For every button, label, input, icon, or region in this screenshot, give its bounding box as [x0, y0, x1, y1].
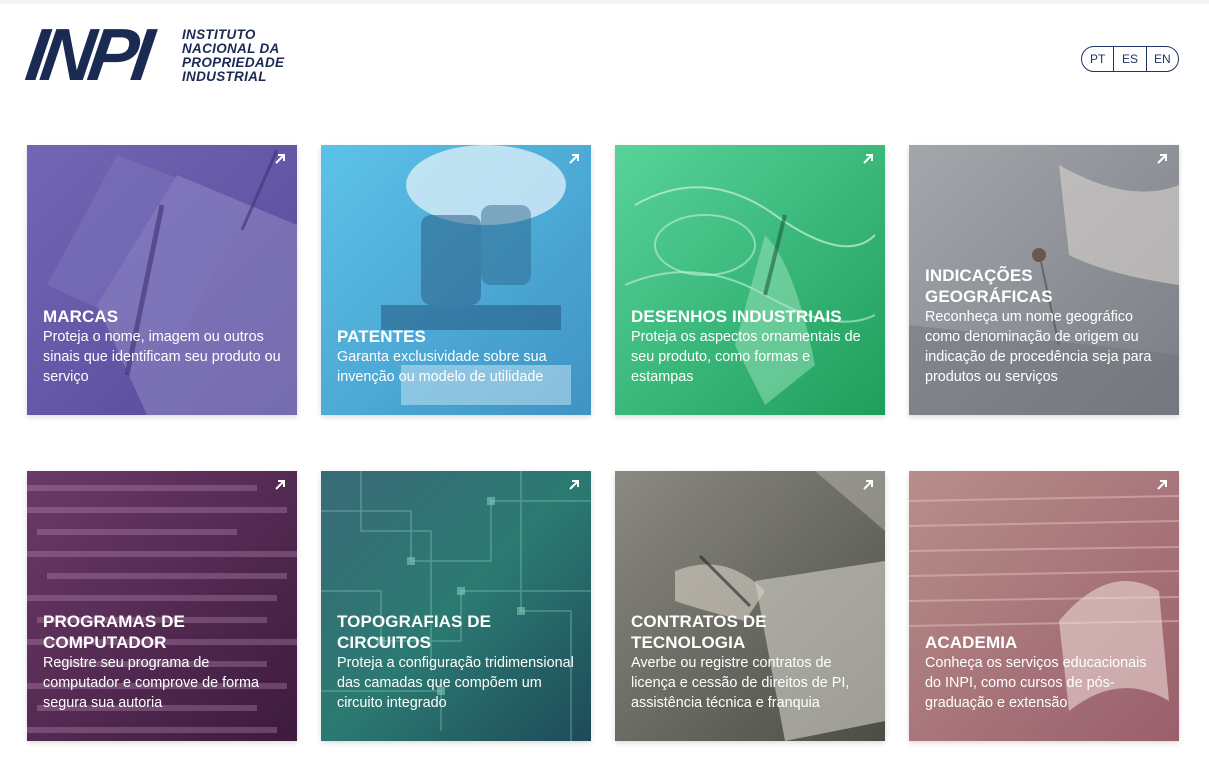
card-indicacoes-geograficas[interactable]: INDICAÇÕES GEOGRÁFICAS Reconheça um nome…	[909, 145, 1179, 415]
card-content: DESENHOS INDUSTRIAIS Proteja os aspectos…	[631, 306, 871, 387]
card-description: Averbe ou registre contratos de licença …	[631, 655, 850, 711]
card-content: TOPOGRAFIAS DE CIRCUITOS Proteja a confi…	[337, 611, 577, 713]
logo-line-2: NACIONAL DA	[182, 41, 280, 56]
logo-line-4: INDUSTRIAL	[182, 69, 267, 84]
inpi-logo[interactable]: INPI INSTITUTO NACIONAL DA PROPRIEDADE I…	[21, 13, 307, 96]
card-description: Conheça os serviços educacionais do INPI…	[925, 655, 1147, 711]
card-content: INDICAÇÕES GEOGRÁFICAS Reconheça um nome…	[925, 265, 1165, 387]
external-arrow-icon	[863, 154, 873, 164]
card-marcas[interactable]: MARCAS Proteja o nome, imagem ou outros …	[27, 145, 297, 415]
external-arrow-icon	[569, 480, 579, 490]
external-arrow-icon	[1157, 154, 1167, 164]
card-description: Garanta exclusividade sobre sua invenção…	[337, 349, 547, 385]
card-content: MARCAS Proteja o nome, imagem ou outros …	[43, 306, 283, 387]
card-title: MARCAS	[43, 307, 119, 326]
card-description: Proteja a configuração tridimensional da…	[337, 655, 574, 711]
card-academia[interactable]: ACADEMIA Conheça os serviços educacionai…	[909, 471, 1179, 741]
card-description: Proteja os aspectos ornamentais de seu p…	[631, 329, 861, 385]
card-contratos-de-tecnologia[interactable]: CONTRATOS DE TECNOLOGIA Averbe ou regist…	[615, 471, 885, 741]
external-arrow-icon	[1157, 480, 1167, 490]
logo-line-1: INSTITUTO	[182, 27, 256, 42]
language-switcher: PT ES EN	[1081, 46, 1179, 72]
card-title: ACADEMIA	[925, 633, 1018, 652]
card-description: Registre seu programa de computador e co…	[43, 655, 259, 711]
logo-mark: INPI	[21, 13, 153, 96]
card-topografias-de-circuitos[interactable]: TOPOGRAFIAS DE CIRCUITOS Proteja a confi…	[321, 471, 591, 741]
card-title: INDICAÇÕES GEOGRÁFICAS	[925, 266, 1053, 306]
card-description: Proteja o nome, imagem ou outros sinais …	[43, 329, 281, 385]
external-arrow-icon	[275, 154, 285, 164]
logo-text: INSTITUTO NACIONAL DA PROPRIEDADE INDUST…	[182, 28, 312, 84]
card-title: CONTRATOS DE TECNOLOGIA	[631, 612, 767, 652]
card-content: CONTRATOS DE TECNOLOGIA Averbe ou regist…	[631, 611, 871, 713]
card-desenhos-industriais[interactable]: DESENHOS INDUSTRIAIS Proteja os aspectos…	[615, 145, 885, 415]
logo-line-3: PROPRIEDADE	[182, 55, 285, 70]
language-es-button[interactable]: ES	[1113, 47, 1145, 71]
card-content: ACADEMIA Conheça os serviços educacionai…	[925, 632, 1165, 713]
card-description: Reconheça um nome geográfico como denomi…	[925, 309, 1152, 385]
external-arrow-icon	[275, 480, 285, 490]
top-border	[0, 0, 1209, 4]
card-patentes[interactable]: PATENTES Garanta exclusividade sobre sua…	[321, 145, 591, 415]
card-title: PROGRAMAS DE COMPUTADOR	[43, 612, 185, 652]
card-title: PATENTES	[337, 327, 426, 346]
external-arrow-icon	[863, 480, 873, 490]
card-programas-de-computador[interactable]: PROGRAMAS DE COMPUTADOR Registre seu pro…	[27, 471, 297, 741]
card-content: PATENTES Garanta exclusividade sobre sua…	[337, 326, 577, 387]
language-pt-button[interactable]: PT	[1082, 47, 1113, 71]
card-title: DESENHOS INDUSTRIAIS	[631, 307, 842, 326]
card-content: PROGRAMAS DE COMPUTADOR Registre seu pro…	[43, 611, 283, 713]
language-en-button[interactable]: EN	[1145, 47, 1178, 71]
external-arrow-icon	[569, 154, 579, 164]
card-title: TOPOGRAFIAS DE CIRCUITOS	[337, 612, 492, 652]
